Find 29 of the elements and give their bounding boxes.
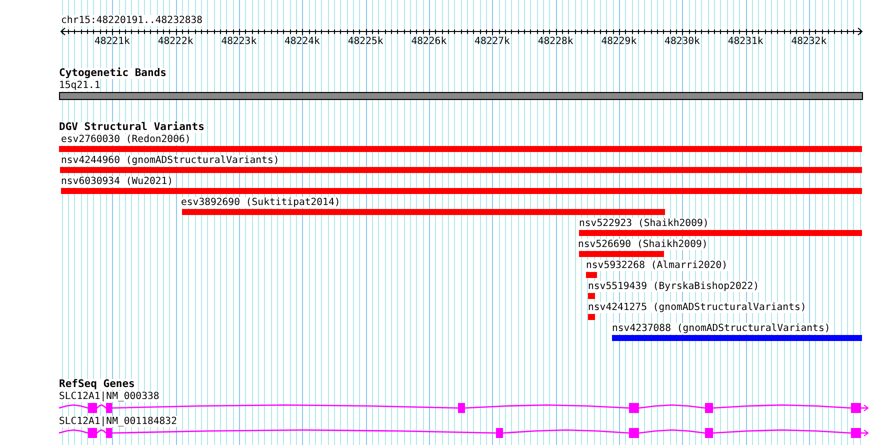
tick-label: 48228k bbox=[538, 36, 574, 47]
tick-label: 48230k bbox=[664, 36, 700, 47]
track-title: DGV Structural Variants bbox=[59, 122, 204, 133]
variant-label: nsv4241275 (gnomADStructuralVariants) bbox=[588, 302, 806, 313]
variant-label: esv3892690 (Suktitipat2014) bbox=[181, 197, 340, 208]
variant-label: nsv5932268 (Almarri2020) bbox=[586, 260, 728, 271]
variant-label: nsv6030934 (Wu2021) bbox=[61, 176, 174, 187]
variant-label: nsv522923 (Shaikh2009) bbox=[579, 218, 709, 229]
gene-label: SLC12A1|NM_000338 bbox=[59, 391, 160, 402]
tick-label: 48231k bbox=[728, 36, 764, 47]
tick-label: 48224k bbox=[284, 36, 320, 47]
tick-label: 48226k bbox=[411, 36, 447, 47]
track-title: Cytogenetic Bands bbox=[59, 68, 166, 79]
track-title: RefSeq Genes bbox=[59, 379, 135, 390]
variant-label: nsv4244960 (gnomADStructuralVariants) bbox=[61, 155, 280, 166]
tick-label: 48229k bbox=[601, 36, 637, 47]
tick-label: 48223k bbox=[221, 36, 257, 47]
tick-label: 48222k bbox=[158, 36, 194, 47]
variant-label: nsv526690 (Shaikh2009) bbox=[578, 239, 708, 250]
tick-label: 48221k bbox=[94, 36, 130, 47]
tick-label: 48225k bbox=[348, 36, 384, 47]
location-label: chr15:48220191..48232838 bbox=[61, 15, 203, 26]
band-label: 15q21.1 bbox=[59, 80, 100, 91]
tick-label: 48232k bbox=[791, 36, 827, 47]
tick-label: 48227k bbox=[474, 36, 510, 47]
gene-label: SLC12A1|NM_001184832 bbox=[59, 416, 177, 427]
variant-label: esv2760030 (Redon2006) bbox=[61, 134, 191, 145]
variant-label: nsv5519439 (ByrskaBishop2022) bbox=[588, 281, 760, 292]
variant-label: nsv4237088 (gnomADStructuralVariants) bbox=[612, 323, 830, 334]
